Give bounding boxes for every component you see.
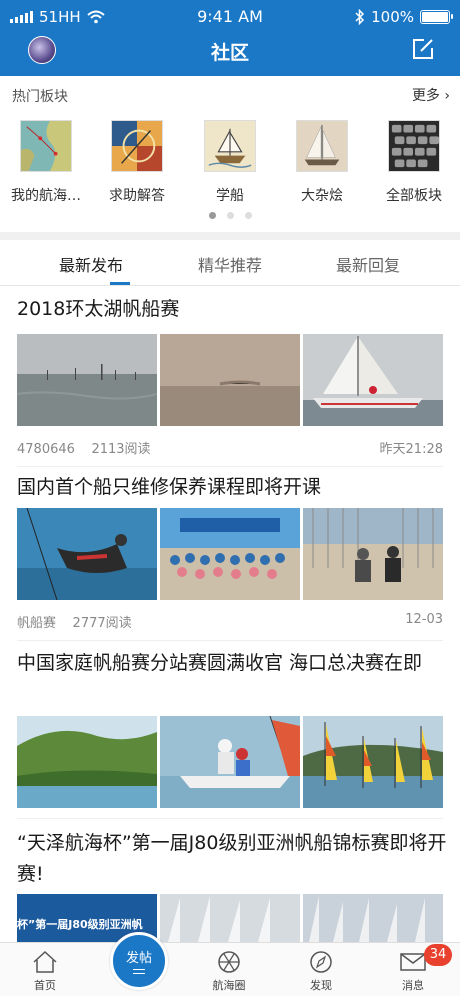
compass-icon xyxy=(310,951,332,973)
unread-badge: 34 xyxy=(424,944,452,966)
home-icon xyxy=(33,950,57,973)
carousel-dots[interactable] xyxy=(0,212,460,219)
post-author: 帆船赛 xyxy=(17,616,57,631)
page-dot xyxy=(244,212,252,219)
post-image xyxy=(160,716,300,808)
board-item-all[interactable]: 全部板块 xyxy=(368,120,460,205)
page-dot xyxy=(208,212,216,219)
bottom-tab-bar: 首页 航海圈 发现 消息 xyxy=(0,942,460,996)
active-tab-indicator xyxy=(110,282,130,285)
sailboat-photo-thumb xyxy=(296,120,348,172)
more-boards-link[interactable]: 更多 › xyxy=(412,85,450,105)
top-bar: 51HH 9:41 AM 100% 社区 xyxy=(0,0,460,76)
board-label: 求助解答 xyxy=(109,188,165,204)
board-item-my-sailing[interactable]: 我的航海… xyxy=(0,120,92,205)
post-image xyxy=(17,334,157,426)
board-item-misc[interactable]: 大杂烩 xyxy=(276,120,368,205)
post-title: 国内首个船只维修保养课程即将开课 xyxy=(17,476,322,498)
post-views: 2777阅读 xyxy=(72,616,132,631)
sailboat-drawing-thumb xyxy=(204,120,256,172)
post-title: 2018环太湖帆船赛 xyxy=(17,298,180,320)
post-time: 12-03 xyxy=(405,612,443,627)
post-image xyxy=(303,334,443,426)
post-image xyxy=(17,508,157,600)
board-item-learn-sailing[interactable]: 学船 xyxy=(184,120,276,205)
post-divider xyxy=(17,466,443,467)
board-label: 大杂烩 xyxy=(301,188,343,204)
tab-label: 首页 xyxy=(34,979,56,992)
post-time: 昨天21:28 xyxy=(379,442,443,457)
post-views: 2113阅读 xyxy=(91,442,151,457)
post-image xyxy=(160,508,300,600)
post-meta: 帆船赛 2777阅读 12-03 xyxy=(17,612,443,631)
board-label: 学船 xyxy=(216,188,244,204)
tab-sailing-circle[interactable]: 航海圈 xyxy=(189,950,269,993)
tab-latest-reply[interactable]: 最新回复 xyxy=(308,252,428,276)
battery-icon xyxy=(420,10,453,24)
tab-label: 发现 xyxy=(310,979,332,992)
section-divider xyxy=(0,232,460,240)
post-image xyxy=(17,716,157,808)
more-label: 更多 xyxy=(411,88,440,104)
hot-boards-title: 热门板块 xyxy=(12,89,68,105)
tab-label: 消息 xyxy=(402,979,424,992)
post-image xyxy=(160,334,300,426)
tab-label: 航海圈 xyxy=(212,979,246,992)
tab-featured[interactable]: 精华推荐 xyxy=(170,252,290,276)
nautical-map-thumb xyxy=(20,120,72,172)
board-label: 我的航海… xyxy=(11,188,81,204)
tab-latest[interactable]: 最新发布 xyxy=(31,252,151,276)
keyboard-grid-thumb xyxy=(388,120,440,172)
board-label: 全部板块 xyxy=(386,188,442,204)
post-meta: 4780646 2113阅读 昨天21:28 xyxy=(17,438,443,457)
page-title: 社区 xyxy=(210,42,249,64)
tab-home[interactable]: 首页 xyxy=(5,950,85,993)
post-divider xyxy=(17,818,443,819)
mail-icon xyxy=(400,953,426,971)
aperture-icon xyxy=(218,951,240,973)
post-divider xyxy=(17,640,443,641)
post-title: 中国家庭帆船赛分站赛圆满收官 海口总决赛在即 xyxy=(17,652,423,674)
tab-discover[interactable]: 发现 xyxy=(281,950,361,993)
post-title: “天泽航海杯”第一届J80级别亚洲帆船锦标赛即将开赛! xyxy=(17,832,447,885)
page-dot xyxy=(226,212,234,219)
post-image xyxy=(303,716,443,808)
battery-percent: 100% xyxy=(371,8,414,26)
chevron-right-icon: › xyxy=(444,88,450,104)
post-button-label: 发帖 xyxy=(125,951,152,966)
post-icon xyxy=(133,969,145,974)
post-author: 4780646 xyxy=(17,442,75,457)
bluetooth-icon xyxy=(355,9,365,25)
board-item-help[interactable]: 求助解答 xyxy=(91,120,183,205)
feed-tabs: 最新发布 精华推荐 最新回复 xyxy=(0,240,460,286)
compose-icon[interactable] xyxy=(412,38,434,60)
post-image xyxy=(303,894,443,942)
hot-boards-list: 我的航海… 求助解答 学船 大杂烩 全部板块 xyxy=(0,120,460,206)
post-image xyxy=(160,894,300,942)
post-button[interactable]: 发帖 xyxy=(110,932,168,990)
status-bar: 51HH 9:41 AM 100% xyxy=(0,0,460,32)
banner-text: 杯”第一届J80级别亚洲帆 xyxy=(17,918,143,931)
post-image xyxy=(303,508,443,600)
hot-boards-header: 热门板块 更多 › xyxy=(0,76,460,112)
sailing-chart-thumb xyxy=(111,120,163,172)
